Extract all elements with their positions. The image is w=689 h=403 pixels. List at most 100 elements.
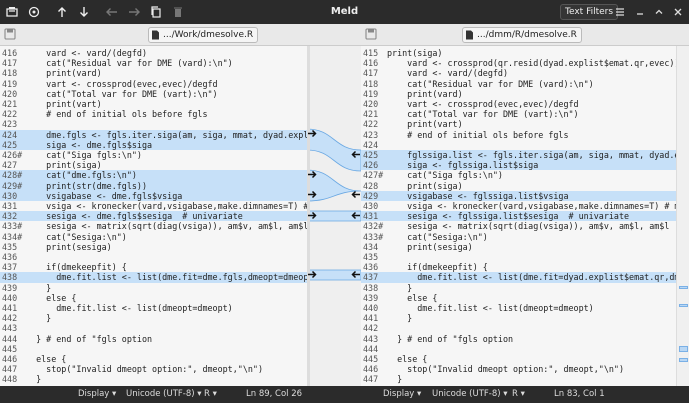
left-encoding-menu[interactable]: Unicode (UTF-8) ▾ xyxy=(126,389,202,399)
code-line[interactable]: 445 xyxy=(0,344,307,354)
code-line[interactable]: 445 else { xyxy=(361,354,676,364)
code-line[interactable]: 430 vsiga <- kronecker(vard,vsigabase,ma… xyxy=(361,201,676,211)
code-line[interactable]: 443 xyxy=(0,323,307,333)
previous-change-button[interactable] xyxy=(52,3,72,21)
code-line[interactable]: 435 xyxy=(361,252,676,262)
close-window-button[interactable] xyxy=(670,4,686,20)
code-line[interactable]: 415 print(siga) xyxy=(361,48,676,58)
code-line[interactable]: 442 } xyxy=(0,313,307,323)
code-line[interactable]: 417 cat("Residual var for DME (vard):\n"… xyxy=(0,58,307,68)
code-line[interactable]: 418 print(vard) xyxy=(0,68,307,78)
code-line[interactable]: 432 sesiga <- dme.fgls$sesiga # univaria… xyxy=(0,211,307,222)
text-filters-button[interactable]: Text Filters xyxy=(560,4,619,20)
code-line[interactable]: 436 if(dmekeepfit) { xyxy=(361,262,676,272)
code-line[interactable]: 447 } xyxy=(361,374,676,384)
code-line[interactable]: 448 } xyxy=(0,374,307,384)
menu-button[interactable] xyxy=(612,4,628,20)
code-line[interactable]: 424 dme.fgls <- fgls.iter.siga(am, siga,… xyxy=(0,129,307,140)
code-line[interactable]: 421 print(vart) xyxy=(0,99,307,109)
code-line[interactable]: 431 vsiga <- kronecker(vard,vsigabase,ma… xyxy=(0,201,307,211)
right-file-chooser[interactable]: .../dmm/R/dmesolve.R xyxy=(462,27,582,43)
push-right-button[interactable] xyxy=(124,3,144,21)
code-line[interactable]: 444 } # end of "fgls option xyxy=(0,334,307,344)
push-left-button[interactable] xyxy=(102,3,122,21)
diff-overview-strip[interactable] xyxy=(676,46,689,386)
code-line[interactable]: 435 print(sesiga) xyxy=(0,242,307,252)
left-display-menu[interactable]: Display ▾ xyxy=(78,389,116,399)
code-line[interactable]: 420 vart <- crossprod(evec,evec)/degfd xyxy=(361,99,676,109)
code-line[interactable]: 440 dme.fit.list <- list(dmeopt=dmeopt) xyxy=(361,303,676,313)
code-line[interactable]: 439 } xyxy=(0,283,307,293)
code-line[interactable]: 423 # end of initial ols before fgls xyxy=(361,130,676,140)
delete-button[interactable] xyxy=(168,3,188,21)
code-line[interactable]: 437 dme.fit.list <- list(dme.fit=dyad.ex… xyxy=(361,272,676,283)
minimize-button[interactable] xyxy=(632,4,648,20)
left-language-menu[interactable]: R ▾ xyxy=(204,389,217,399)
code-line[interactable]: 438 } xyxy=(361,283,676,293)
code-line[interactable]: 442 xyxy=(361,323,676,333)
code-line[interactable]: 429# print(str(dme.fgls)) xyxy=(0,180,307,191)
code-line[interactable]: 427# cat("Siga fgls:\n") xyxy=(361,170,676,180)
code-line[interactable]: 433# sesiga <- matrix(sqrt(diag(vsiga)),… xyxy=(0,221,307,231)
code-line[interactable]: 416 vard <- vard/(degfd) xyxy=(0,48,307,58)
code-line[interactable]: 429 vsigabase <- fglssiga.list$vsiga xyxy=(361,190,676,201)
next-change-button[interactable] xyxy=(74,3,94,21)
push-right-arrow-icon[interactable] xyxy=(308,270,318,279)
code-line[interactable]: 438 dme.fit.list <- list(dme.fit=dme.fgl… xyxy=(0,272,307,283)
maximize-button[interactable] xyxy=(651,4,667,20)
code-line[interactable]: 439 else { xyxy=(361,293,676,303)
save-left-icon[interactable] xyxy=(4,28,16,40)
code-line[interactable]: 446 stop("Invalid dmeopt option:", dmeop… xyxy=(361,364,676,374)
code-line[interactable]: 416 vard <- crossprod(qr.resid(dyad.expl… xyxy=(361,58,676,68)
code-line[interactable]: 436 xyxy=(0,252,307,262)
code-line[interactable]: 424 xyxy=(361,140,676,150)
code-line[interactable]: 417 vard <- vard/(degfd) xyxy=(361,68,676,78)
code-line[interactable]: 447 stop("Invalid dmeopt option:", dmeop… xyxy=(0,364,307,374)
code-line[interactable]: 428 print(siga) xyxy=(361,181,676,191)
code-line[interactable]: 441 dme.fit.list <- list(dmeopt=dmeopt) xyxy=(0,303,307,313)
code-line[interactable]: 422 # end of initial ols before fgls xyxy=(0,109,307,119)
code-line[interactable]: 443 } # end of "fgls option xyxy=(361,334,676,344)
push-right-arrow-icon[interactable] xyxy=(308,211,318,220)
code-line[interactable]: 418 cat("Residual var for DME (vard):\n"… xyxy=(361,79,676,89)
push-right-arrow-icon[interactable] xyxy=(308,190,318,199)
push-right-arrow-icon[interactable] xyxy=(308,170,318,179)
push-left-arrow-icon[interactable] xyxy=(350,270,360,279)
code-line[interactable]: 425 fglssiga.list <- fgls.iter.siga(am, … xyxy=(361,150,676,161)
left-file-chooser[interactable]: .../Work/dmesolve.R xyxy=(148,27,259,43)
save-right-icon[interactable] xyxy=(365,28,377,40)
code-line[interactable]: 431 sesiga <- fglssiga.list$sesiga # uni… xyxy=(361,211,676,222)
left-editor-pane[interactable]: 416 vard <- vard/(degfd) 417 cat("Residua… xyxy=(0,46,307,386)
code-line[interactable]: 419 vart <- crossprod(evec,evec)/degfd xyxy=(0,79,307,89)
code-line[interactable]: 446 else { xyxy=(0,354,307,364)
new-comparison-button[interactable] xyxy=(2,3,22,21)
code-line[interactable]: 426# cat("Siga fgls:\n") xyxy=(0,150,307,160)
right-editor-pane[interactable]: 415 print(siga) 416 vard <- crossprod(qr.r… xyxy=(361,46,676,386)
code-line[interactable]: 425 siga <- dme.fgls$siga xyxy=(0,139,307,150)
code-line[interactable]: 427 print(siga) xyxy=(0,160,307,170)
code-line[interactable]: 421 cat("Total var for DME (vart):\n") xyxy=(361,109,676,119)
code-line[interactable]: 437 if(dmekeepfit) { xyxy=(0,262,307,272)
code-line[interactable]: 423 xyxy=(0,119,307,129)
code-line[interactable]: 432# sesiga <- matrix(sqrt(diag(vsiga)),… xyxy=(361,221,676,231)
recent-comparisons-button[interactable] xyxy=(24,3,44,21)
push-left-arrow-icon[interactable] xyxy=(350,150,360,159)
right-language-menu[interactable]: R ▾ xyxy=(512,389,525,399)
right-encoding-menu[interactable]: Unicode (UTF-8) ▾ xyxy=(432,389,508,399)
push-left-arrow-icon[interactable] xyxy=(350,190,360,199)
code-line[interactable]: 440 else { xyxy=(0,293,307,303)
code-line[interactable]: 422 print(vart) xyxy=(361,119,676,129)
code-line[interactable]: 434 print(sesiga) xyxy=(361,242,676,252)
code-line[interactable]: 433# cat("Sesiga:\n") xyxy=(361,232,676,242)
push-left-arrow-icon[interactable] xyxy=(350,211,360,220)
code-line[interactable]: 428# cat("dme.fgls:\n") xyxy=(0,170,307,181)
code-line[interactable]: 426 siga <- fglssiga.list$siga xyxy=(361,160,676,171)
code-line[interactable]: 441 } xyxy=(361,313,676,323)
code-line[interactable]: 419 print(vard) xyxy=(361,89,676,99)
right-display-menu[interactable]: Display ▾ xyxy=(383,389,421,399)
code-line[interactable]: 444 xyxy=(361,344,676,354)
copy-button[interactable] xyxy=(146,3,166,21)
code-line[interactable]: 420 cat("Total var for DME (vart):\n") xyxy=(0,89,307,99)
push-right-arrow-icon[interactable] xyxy=(308,129,318,138)
code-line[interactable]: 434# cat("Sesiga:\n") xyxy=(0,232,307,242)
